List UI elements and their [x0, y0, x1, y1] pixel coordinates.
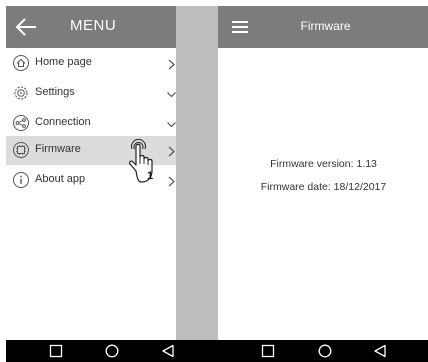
- chevron-right-icon: [167, 57, 176, 70]
- firmware-icon: [12, 141, 30, 159]
- menu-screen: MENU Home page Settings Connection Firmw…: [6, 6, 218, 362]
- menu-item-label: Firmware: [35, 143, 81, 155]
- menu-item-settings[interactable]: Settings: [6, 78, 176, 108]
- system-navigation-bar: [6, 340, 218, 362]
- navigation-drawer: MENU Home page Settings Connection Firmw…: [6, 6, 176, 362]
- menu-item-label: About app: [35, 173, 86, 185]
- chevron-right-icon: [167, 144, 176, 157]
- firmware-screen: Firmware Firmware version: 1.13 Firmware…: [218, 6, 428, 362]
- firmware-date: Firmware date: 18/12/2017: [260, 181, 387, 193]
- app-bar: Firmware: [218, 6, 428, 48]
- recent-apps-icon[interactable]: [49, 344, 63, 358]
- chevron-down-icon: [167, 117, 176, 128]
- menu-item-label: Connection: [35, 116, 91, 128]
- system-navigation-bar: [218, 340, 428, 362]
- drawer-title: MENU: [70, 17, 117, 34]
- home-icon: [12, 54, 30, 72]
- back-button-icon[interactable]: [373, 344, 387, 358]
- connection-icon: [12, 114, 30, 132]
- chevron-right-icon: [167, 174, 176, 187]
- step-number: 1: [147, 170, 154, 182]
- tap-gesture-hand-icon: 1: [122, 137, 162, 185]
- home-button-icon[interactable]: [105, 344, 119, 358]
- menu-item-home-page[interactable]: Home page: [6, 48, 176, 78]
- page-title: Firmware: [300, 19, 351, 33]
- recent-apps-icon[interactable]: [261, 344, 275, 358]
- settings-icon: [12, 84, 30, 102]
- menu-item-connection[interactable]: Connection: [6, 108, 176, 138]
- back-button-icon[interactable]: [161, 344, 175, 358]
- menu-item-label: Settings: [35, 86, 75, 98]
- back-arrow-icon[interactable]: [14, 16, 38, 38]
- info-icon: [12, 171, 30, 189]
- drawer-header: MENU: [6, 6, 176, 48]
- firmware-version: Firmware version: 1.13: [270, 158, 377, 170]
- home-button-icon[interactable]: [318, 344, 332, 358]
- drawer-scrim[interactable]: [176, 6, 218, 340]
- chevron-down-icon: [167, 87, 176, 98]
- menu-item-label: Home page: [35, 56, 92, 68]
